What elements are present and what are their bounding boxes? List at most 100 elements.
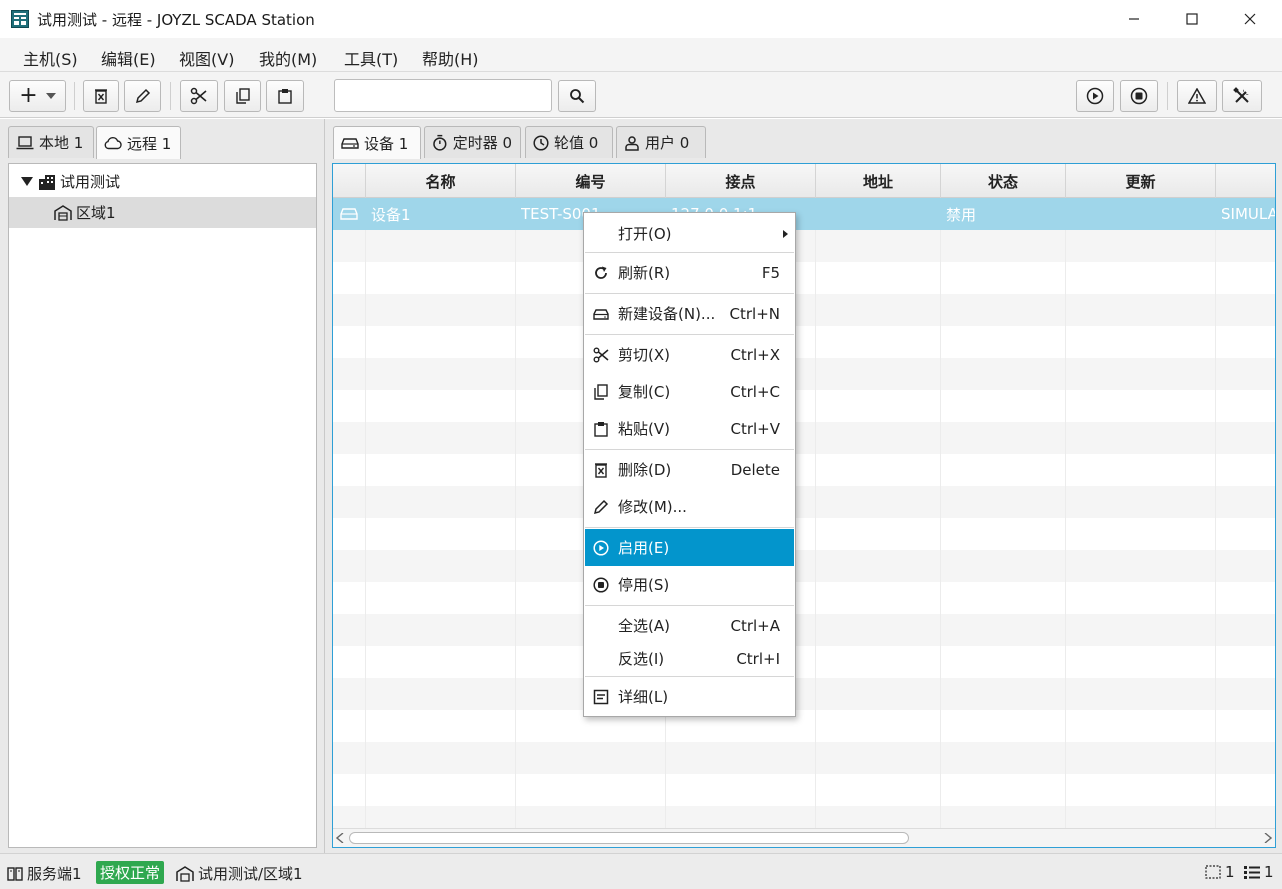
pencil-icon bbox=[593, 499, 609, 515]
maximize-icon bbox=[1186, 13, 1198, 25]
table-row-empty bbox=[333, 678, 1275, 710]
column-header-icon[interactable] bbox=[333, 164, 366, 198]
cell-name: 设备1 bbox=[371, 205, 411, 224]
close-button[interactable] bbox=[1221, 0, 1279, 38]
server-name: 服务端1 bbox=[27, 865, 82, 883]
menu-host[interactable]: 主机(S) bbox=[23, 46, 78, 70]
stopwatch-icon bbox=[433, 134, 447, 151]
tree-node-root[interactable]: 试用测试 bbox=[9, 166, 316, 197]
menu-edit[interactable]: 编辑(E) bbox=[101, 46, 156, 70]
column-header-code[interactable]: 编号 bbox=[516, 164, 666, 198]
column-header-address[interactable]: 地址 bbox=[816, 164, 941, 198]
menu-item-invert-selection[interactable]: 反选(I) Ctrl+I bbox=[585, 640, 794, 677]
menu-item-details[interactable]: 详细(L) bbox=[585, 678, 794, 715]
scrollbar-thumb[interactable] bbox=[349, 832, 909, 844]
menu-item-open[interactable]: 打开(O) bbox=[585, 215, 794, 252]
menu-item-modify[interactable]: 修改(M)... bbox=[585, 488, 794, 525]
tab-devices[interactable]: 设备 1 bbox=[333, 126, 421, 159]
tab-remote-label: 远程 1 bbox=[127, 134, 172, 153]
add-menu-button[interactable]: + bbox=[9, 80, 66, 112]
pencil-icon bbox=[135, 88, 150, 104]
table-row-empty bbox=[333, 614, 1275, 646]
device-table[interactable]: 名称 编号 接点 地址 状态 更新 设备1 TEST-S001 127.0.0.… bbox=[332, 163, 1276, 848]
start-button[interactable] bbox=[1076, 80, 1114, 112]
tab-users[interactable]: 用户 0 bbox=[616, 126, 706, 158]
device-icon bbox=[593, 309, 609, 320]
table-row-empty bbox=[333, 486, 1275, 518]
search-button[interactable] bbox=[558, 80, 596, 112]
tree-node-area-label: 区域1 bbox=[76, 204, 116, 222]
tab-local[interactable]: 本地 1 bbox=[8, 126, 94, 158]
column-header-endpoint[interactable]: 接点 bbox=[666, 164, 816, 198]
tree-view[interactable]: 试用测试 区域1 bbox=[8, 163, 317, 848]
window-title: 试用测试 - 远程 - JOYZL SCADA Station bbox=[37, 11, 315, 29]
search-icon bbox=[570, 89, 585, 104]
minimize-button[interactable] bbox=[1105, 0, 1163, 38]
tree-node-area[interactable]: 区域1 bbox=[9, 197, 316, 228]
menu-help[interactable]: 帮助(H) bbox=[422, 46, 479, 70]
laptop-icon bbox=[16, 135, 34, 149]
menu-item-disable[interactable]: 停用(S) bbox=[585, 566, 794, 603]
expand-arrow-icon[interactable] bbox=[21, 176, 33, 187]
column-header-extra[interactable] bbox=[1216, 164, 1275, 198]
tab-devices-label: 设备 1 bbox=[364, 134, 409, 153]
cell-extra: SIMULA bbox=[1221, 205, 1275, 223]
delete-button[interactable] bbox=[83, 80, 119, 112]
menu-item-delete[interactable]: 删除(D) Delete bbox=[585, 451, 794, 488]
delete-icon bbox=[595, 463, 607, 478]
tools-icon bbox=[1233, 87, 1249, 103]
menu-view[interactable]: 视图(V) bbox=[179, 46, 234, 70]
tab-timers-label: 定时器 0 bbox=[452, 134, 512, 152]
search-input[interactable] bbox=[334, 79, 552, 112]
horizontal-scrollbar[interactable] bbox=[333, 828, 1275, 847]
column-header-name[interactable]: 名称 bbox=[366, 164, 516, 198]
tab-remote[interactable]: 远程 1 bbox=[96, 126, 181, 159]
license-badge: 授权正常 bbox=[96, 861, 165, 884]
scroll-left-icon[interactable] bbox=[336, 833, 344, 843]
menu-item-cut[interactable]: 剪切(X) Ctrl+X bbox=[585, 336, 794, 373]
menu-tools[interactable]: 工具(T) bbox=[344, 46, 398, 70]
building-icon bbox=[39, 174, 55, 190]
column-header-status[interactable]: 状态 bbox=[941, 164, 1066, 198]
maximize-button[interactable] bbox=[1163, 0, 1221, 38]
cloud-icon bbox=[104, 137, 122, 150]
cell-address bbox=[821, 198, 936, 230]
menu-item-select-all[interactable]: 全选(A) Ctrl+A bbox=[585, 607, 794, 644]
alarm-button[interactable] bbox=[1177, 80, 1217, 112]
table-row-empty bbox=[333, 742, 1275, 774]
toolbar-separator bbox=[1167, 82, 1168, 110]
copy-icon bbox=[235, 88, 250, 104]
copy-button[interactable] bbox=[224, 80, 261, 112]
copy-icon bbox=[594, 384, 608, 400]
menu-item-enable[interactable]: 启用(E) bbox=[585, 529, 794, 566]
column-header-update[interactable]: 更新 bbox=[1066, 164, 1216, 198]
table-row-empty bbox=[333, 806, 1275, 828]
stop-circle-icon bbox=[1130, 87, 1148, 105]
menu-item-paste[interactable]: 粘贴(V) Ctrl+V bbox=[585, 410, 794, 447]
tab-timers[interactable]: 定时器 0 bbox=[424, 126, 521, 158]
table-row-empty bbox=[333, 294, 1275, 326]
stop-button[interactable] bbox=[1120, 80, 1158, 112]
license-status: 授权正常 bbox=[96, 861, 165, 884]
minimize-icon bbox=[1129, 18, 1139, 20]
tab-shifts-label: 轮值 0 bbox=[554, 134, 599, 152]
tab-shifts[interactable]: 轮值 0 bbox=[525, 126, 613, 158]
paste-button[interactable] bbox=[266, 80, 304, 112]
menu-mine[interactable]: 我的(M) bbox=[259, 46, 317, 70]
current-path: 试用测试/区域1 bbox=[176, 863, 303, 884]
play-circle-icon bbox=[1086, 87, 1104, 105]
edit-button[interactable] bbox=[124, 80, 161, 112]
scroll-right-icon[interactable] bbox=[1264, 833, 1272, 843]
paste-icon bbox=[278, 89, 292, 104]
menu-item-copy[interactable]: 复制(C) Ctrl+C bbox=[585, 373, 794, 410]
table-row[interactable]: 设备1 TEST-S001 127.0.0.1:1 禁用 SIMULA bbox=[333, 198, 1275, 230]
tools-button[interactable] bbox=[1222, 80, 1262, 112]
menu-item-refresh[interactable]: 刷新(R) F5 bbox=[585, 254, 794, 291]
tab-local-label: 本地 1 bbox=[39, 134, 84, 152]
toolbar-separator bbox=[170, 82, 171, 110]
scissors-icon bbox=[593, 347, 609, 363]
menu-bar: 主机(S) 编辑(E) 视图(V) 我的(M) 工具(T) 帮助(H) bbox=[0, 38, 1282, 72]
cut-button[interactable] bbox=[180, 80, 218, 112]
menu-item-new-device[interactable]: 新建设备(N)... Ctrl+N bbox=[585, 295, 794, 332]
table-row-empty bbox=[333, 550, 1275, 582]
